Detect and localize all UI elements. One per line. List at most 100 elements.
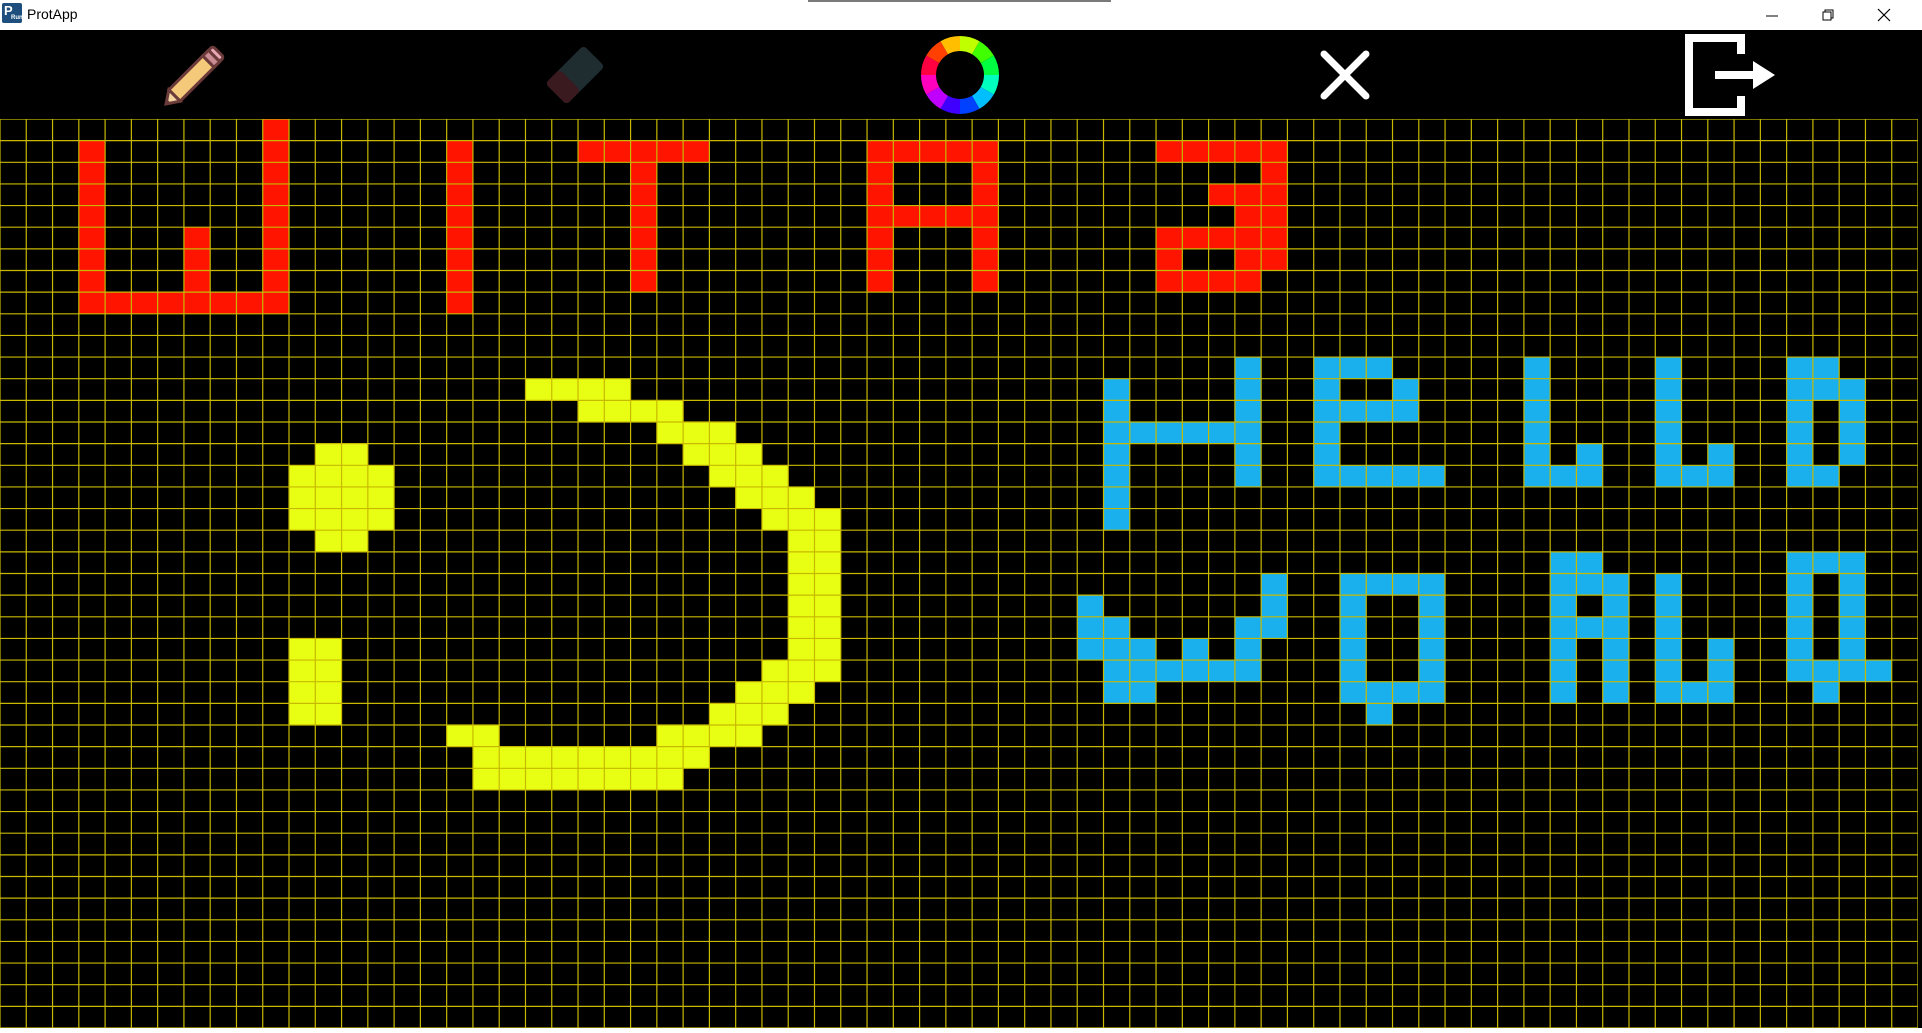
window-title: ProtApp: [27, 6, 78, 22]
painted-cell: [1261, 140, 1288, 163]
painted-cell: [761, 681, 789, 704]
painted-cell: [972, 205, 999, 228]
painted-cell: [788, 508, 815, 531]
painted-cell: [1550, 681, 1577, 704]
painted-cell: [315, 660, 342, 682]
painted-cell: [1707, 660, 1735, 682]
painted-cell: [1339, 616, 1367, 639]
painted-cell: [1655, 573, 1682, 596]
painted-cell: [499, 746, 526, 769]
painted-cell: [735, 486, 762, 509]
painted-cell: [1786, 551, 1813, 574]
painted-cell: [1182, 270, 1209, 293]
restore-button[interactable]: [1800, 0, 1856, 30]
painted-cell: [1182, 422, 1209, 444]
painted-cell: [367, 508, 395, 531]
painted-cell: [1839, 400, 1866, 422]
painted-cell: [1655, 378, 1682, 401]
painted-cell: [1103, 508, 1130, 531]
painted-cell: [972, 162, 999, 184]
painted-cell: [1182, 638, 1209, 661]
painted-cell: [735, 443, 762, 466]
painted-cell: [1156, 270, 1183, 293]
painted-cell: [341, 508, 368, 531]
painted-cell: [105, 292, 132, 314]
painted-cell: [709, 443, 736, 466]
painted-cell: [1129, 422, 1157, 444]
painted-cell: [315, 681, 342, 704]
close-icon: [1877, 8, 1891, 22]
pencil-icon: [164, 45, 225, 106]
painted-cell: [446, 162, 473, 184]
painted-cell: [709, 725, 736, 747]
painted-cell: [1156, 660, 1183, 682]
clear-canvas-button[interactable]: [1300, 30, 1390, 119]
painted-cell: [1234, 400, 1262, 422]
painted-cell: [1812, 681, 1840, 704]
painted-cell: [446, 227, 473, 249]
painted-cell: [1182, 140, 1209, 163]
painted-cell: [1103, 616, 1130, 639]
painted-cell: [262, 270, 290, 293]
pencil-tool-button[interactable]: [140, 30, 250, 119]
painted-cell: [630, 400, 657, 422]
painted-cell: [1786, 660, 1813, 682]
painted-cell: [315, 486, 342, 509]
painted-cell: [315, 508, 342, 531]
exit-button[interactable]: [1670, 30, 1790, 119]
window-close-button[interactable]: [1856, 0, 1912, 30]
pixel-grid[interactable]: [0, 118, 1922, 1029]
painted-cell: [1077, 616, 1104, 639]
painted-cell: [1182, 660, 1209, 682]
painted-cell: [1234, 443, 1262, 466]
drawing-canvas[interactable]: [0, 118, 1922, 1029]
painted-cell: [1550, 551, 1577, 574]
painted-cell: [656, 140, 684, 163]
painted-cell: [1234, 205, 1262, 228]
painted-cell: [788, 681, 815, 704]
vertical-scrollbar[interactable]: [1918, 119, 1922, 1028]
painted-cell: [1129, 681, 1157, 704]
painted-cell: [1392, 378, 1419, 401]
painted-cell: [1550, 573, 1577, 596]
painted-cell: [814, 638, 841, 661]
painted-cell: [1103, 422, 1130, 444]
painted-cell: [814, 530, 841, 552]
painted-cell: [972, 227, 999, 249]
painted-cell: [289, 660, 316, 682]
painted-cell: [262, 119, 290, 141]
painted-cell: [1261, 616, 1288, 639]
painted-cell: [262, 205, 290, 228]
painted-cell: [788, 660, 815, 682]
painted-cell: [1366, 573, 1393, 596]
painted-cell: [867, 227, 894, 249]
painted-cell: [1261, 248, 1288, 271]
painted-cell: [709, 422, 736, 444]
title-bar-indicator: [808, 0, 1111, 2]
painted-cell: [1786, 443, 1813, 466]
painted-cell: [78, 292, 106, 314]
painted-cell: [1786, 638, 1813, 661]
painted-cell: [1418, 465, 1446, 487]
painted-cell: [1234, 638, 1262, 661]
painted-cell: [656, 400, 684, 422]
minimize-button[interactable]: [1744, 0, 1800, 30]
painted-cell: [1812, 378, 1840, 401]
painted-cell: [1812, 660, 1840, 682]
painted-cell: [788, 486, 815, 509]
painted-cell: [446, 270, 473, 293]
painted-cell: [1366, 357, 1393, 379]
toolbar: [0, 30, 1922, 119]
painted-cell: [1655, 595, 1682, 617]
painted-cell: [814, 616, 841, 639]
painted-cell: [1786, 378, 1813, 401]
painted-cell: [1234, 270, 1262, 293]
eraser-tool-button[interactable]: [520, 30, 630, 119]
painted-cell: [972, 248, 999, 271]
painted-cell: [157, 292, 184, 314]
painted-cell: [1103, 378, 1130, 401]
painted-cell: [1707, 465, 1735, 487]
color-picker-button[interactable]: [910, 30, 1010, 119]
painted-cell: [1655, 443, 1682, 466]
painted-cell: [1602, 595, 1629, 617]
